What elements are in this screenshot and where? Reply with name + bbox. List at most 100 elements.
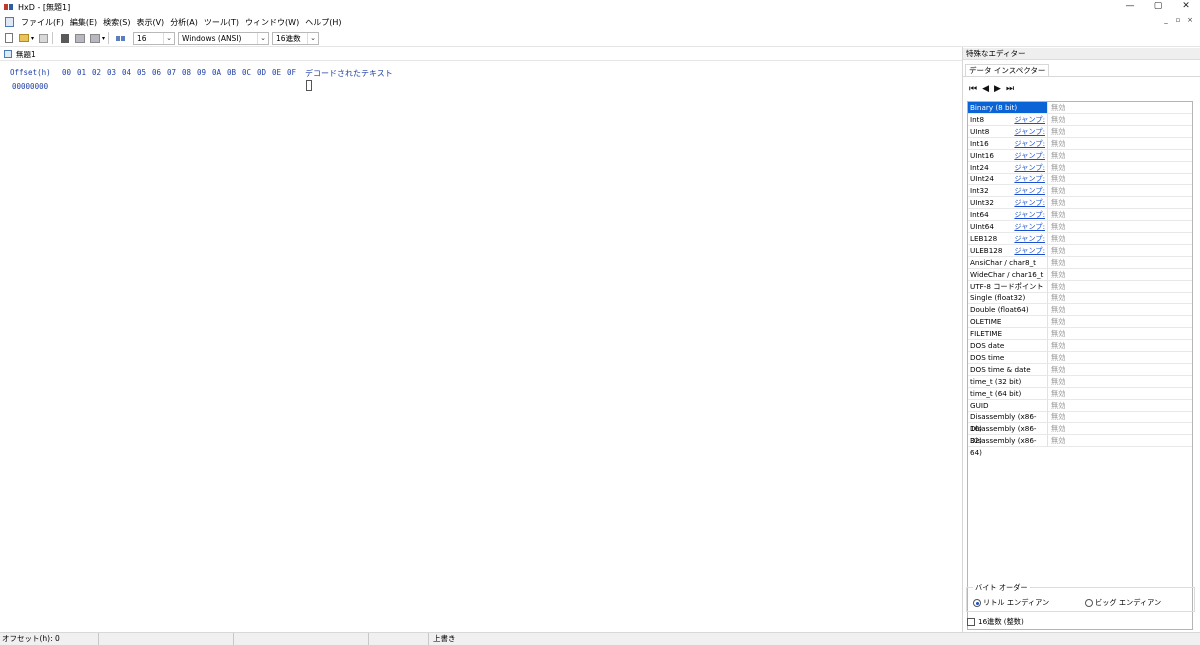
first-byte-icon[interactable]: ⏮ [969, 84, 977, 94]
inspector-row[interactable]: UInt64 ジャンプ: 無効 [968, 221, 1192, 233]
prev-byte-icon[interactable]: ◀ [982, 84, 989, 94]
inspector-row[interactable]: Disassembly (x86-64) 無効 [968, 435, 1192, 457]
offset-base-select[interactable]: 16進数 ⌄ [272, 31, 320, 45]
jump-link[interactable]: ジャンプ: [1014, 209, 1045, 221]
inspector-row[interactable]: LEB128 ジャンプ: 無効 [968, 232, 1192, 245]
big-endian-radio[interactable]: ビッグ エンディアン [1085, 598, 1161, 608]
menu-file[interactable]: ファイル(F) [18, 17, 67, 28]
inspector-value-cell[interactable]: 無効 [1048, 423, 1192, 436]
inspector-row[interactable]: UInt8 ジャンプ: 無効 [968, 125, 1192, 138]
hex-integer-checkbox[interactable]: 16進数 (整数) [967, 617, 1024, 627]
menu-analysis[interactable]: 分析(A) [167, 17, 201, 28]
menu-window[interactable]: ウィンドウ(W) [242, 17, 302, 28]
tab-data-inspector[interactable]: データ インスペクター [965, 64, 1050, 76]
charset-select[interactable]: Windows (ANSI) ⌄ [178, 31, 270, 45]
minimize-button[interactable]: — [1116, 0, 1144, 14]
close-button[interactable]: ✕ [1172, 0, 1200, 14]
open-dropdown-icon[interactable]: ▾ [31, 35, 34, 42]
inspector-row[interactable]: OLETIME 無効 [968, 316, 1192, 329]
jump-link[interactable]: ジャンプ: [1014, 233, 1045, 245]
inspector-value-cell[interactable]: 無効 [1048, 233, 1192, 245]
jump-link[interactable]: ジャンプ: [1014, 185, 1045, 197]
jump-link[interactable]: ジャンプ: [1014, 162, 1045, 174]
inspector-row[interactable]: DOS time 無効 [968, 351, 1192, 364]
inspector-value-cell[interactable]: 無効 [1048, 281, 1192, 293]
inspector-row[interactable]: Single (float32) 無効 [968, 292, 1192, 305]
jump-link[interactable]: ジャンプ: [1014, 126, 1045, 138]
save-button[interactable] [37, 32, 49, 44]
inspector-value-cell[interactable]: 無効 [1048, 304, 1192, 317]
inspector-value-cell[interactable]: 無効 [1048, 173, 1192, 186]
hex-editor-view[interactable]: Offset(h) 00 01 02 03 04 05 06 07 08 09 … [0, 62, 962, 631]
inspector-row[interactable]: Int16 ジャンプ: 無効 [968, 137, 1192, 150]
inspector-row[interactable]: Int24 ジャンプ: 無効 [968, 161, 1192, 174]
menu-search[interactable]: 検索(S) [100, 17, 133, 28]
inspector-value-cell[interactable]: 無効 [1048, 400, 1192, 412]
last-byte-icon[interactable]: ⏭ [1006, 84, 1014, 94]
jump-link[interactable]: ジャンプ: [1014, 197, 1045, 209]
inspector-value-cell[interactable]: 無効 [1048, 328, 1192, 341]
menu-help[interactable]: ヘルプ(H) [302, 17, 344, 28]
inspector-value-cell[interactable]: 無効 [1048, 257, 1192, 269]
inspector-row[interactable]: DOS date 無効 [968, 340, 1192, 352]
maximize-button[interactable]: ▢ [1144, 0, 1172, 14]
next-byte-icon[interactable]: ▶ [994, 84, 1001, 94]
open-file-button[interactable] [18, 32, 30, 44]
inspector-row[interactable]: Double (float64) 無効 [968, 304, 1192, 317]
inspector-value-cell[interactable]: 無効 [1048, 185, 1192, 198]
inspector-row[interactable]: UInt32 ジャンプ: 無効 [968, 197, 1192, 210]
inspector-row[interactable]: UInt16 ジャンプ: 無効 [968, 149, 1192, 162]
menu-edit[interactable]: 編集(E) [67, 17, 100, 28]
new-file-button[interactable] [3, 32, 15, 44]
inspector-value-cell[interactable]: 無効 [1048, 292, 1192, 305]
jump-link[interactable]: ジャンプ: [1014, 221, 1045, 233]
text-caret[interactable] [306, 80, 312, 91]
inspector-row[interactable]: DOS time & date 無効 [968, 363, 1192, 376]
inspector-grid[interactable]: Binary (8 bit) 無効 Int8 ジャンプ: 無効 UInt8 ジャンプ: 無効 I… [967, 101, 1193, 630]
jump-link[interactable]: ジャンプ: [1014, 173, 1045, 185]
close-doc-button[interactable] [59, 32, 71, 44]
inspector-row[interactable]: Disassembly (x86-32) 無効 [968, 423, 1192, 445]
inspector-row[interactable]: AnsiChar / char8_t 無効 [968, 256, 1192, 269]
inspector-value-cell[interactable]: 無効 [1048, 364, 1192, 376]
inspector-row[interactable]: Int64 ジャンプ: 無効 [968, 209, 1192, 222]
inspector-value-cell[interactable]: 無効 [1048, 126, 1192, 138]
inspector-row[interactable]: Int32 ジャンプ: 無効 [968, 185, 1192, 198]
inspector-row[interactable]: UTF-8 コードポイント 無効 [968, 280, 1192, 293]
inspector-value-cell[interactable]: 無効 [1048, 150, 1192, 162]
inspector-value-cell[interactable]: 無効 [1048, 269, 1192, 281]
inspector-value-cell[interactable]: 無効 [1048, 316, 1192, 329]
jump-link[interactable]: ジャンプ: [1014, 114, 1045, 126]
jump-link[interactable]: ジャンプ: [1014, 245, 1045, 257]
menu-view[interactable]: 表示(V) [133, 17, 167, 28]
ram-button[interactable] [89, 32, 101, 44]
bytes-per-row-select[interactable]: 16 ⌄ [133, 31, 176, 45]
inspector-row[interactable]: FILETIME 無効 [968, 328, 1192, 341]
inspector-row[interactable]: WideChar / char16_t 無効 [968, 268, 1192, 281]
inspector-row[interactable]: ULEB128 ジャンプ: 無効 [968, 244, 1192, 257]
tab-untitled1[interactable]: 無題1 [0, 49, 40, 60]
inspector-row[interactable]: UInt24 ジャンプ: 無効 [968, 173, 1192, 186]
inspector-row[interactable]: Disassembly (x86-16) 無効 [968, 411, 1192, 433]
inspector-row[interactable]: Binary (8 bit) 無効 [968, 102, 1192, 114]
mdi-minimize-button[interactable]: _ [1160, 16, 1172, 24]
inspector-row[interactable]: time_t (64 bit) 無効 [968, 387, 1192, 400]
mdi-restore-button[interactable]: ▫ [1172, 16, 1184, 24]
inspector-value-cell[interactable]: 無効 [1048, 114, 1192, 126]
inspector-value-cell[interactable]: 無効 [1048, 162, 1192, 174]
ram-dropdown-icon[interactable]: ▾ [102, 35, 105, 42]
inspector-value-cell[interactable]: 無効 [1048, 376, 1192, 388]
inspector-value-cell[interactable]: 無効 [1048, 340, 1192, 352]
inspector-value-cell[interactable]: 無効 [1048, 245, 1192, 257]
menu-tools[interactable]: ツール(T) [201, 17, 242, 28]
inspector-value-cell[interactable]: 無効 [1048, 138, 1192, 150]
inspector-value-cell[interactable]: 無効 [1048, 388, 1192, 400]
disk-button[interactable] [74, 32, 86, 44]
mdi-close-button[interactable]: × [1184, 16, 1196, 24]
inspector-value-cell[interactable]: 無効 [1048, 102, 1192, 114]
jump-link[interactable]: ジャンプ: [1014, 138, 1045, 150]
little-endian-radio[interactable]: リトル エンディアン [973, 598, 1049, 608]
inspector-row[interactable]: time_t (32 bit) 無効 [968, 375, 1192, 388]
inspector-value-cell[interactable]: 無効 [1048, 352, 1192, 364]
inspector-value-cell[interactable]: 無効 [1048, 221, 1192, 233]
